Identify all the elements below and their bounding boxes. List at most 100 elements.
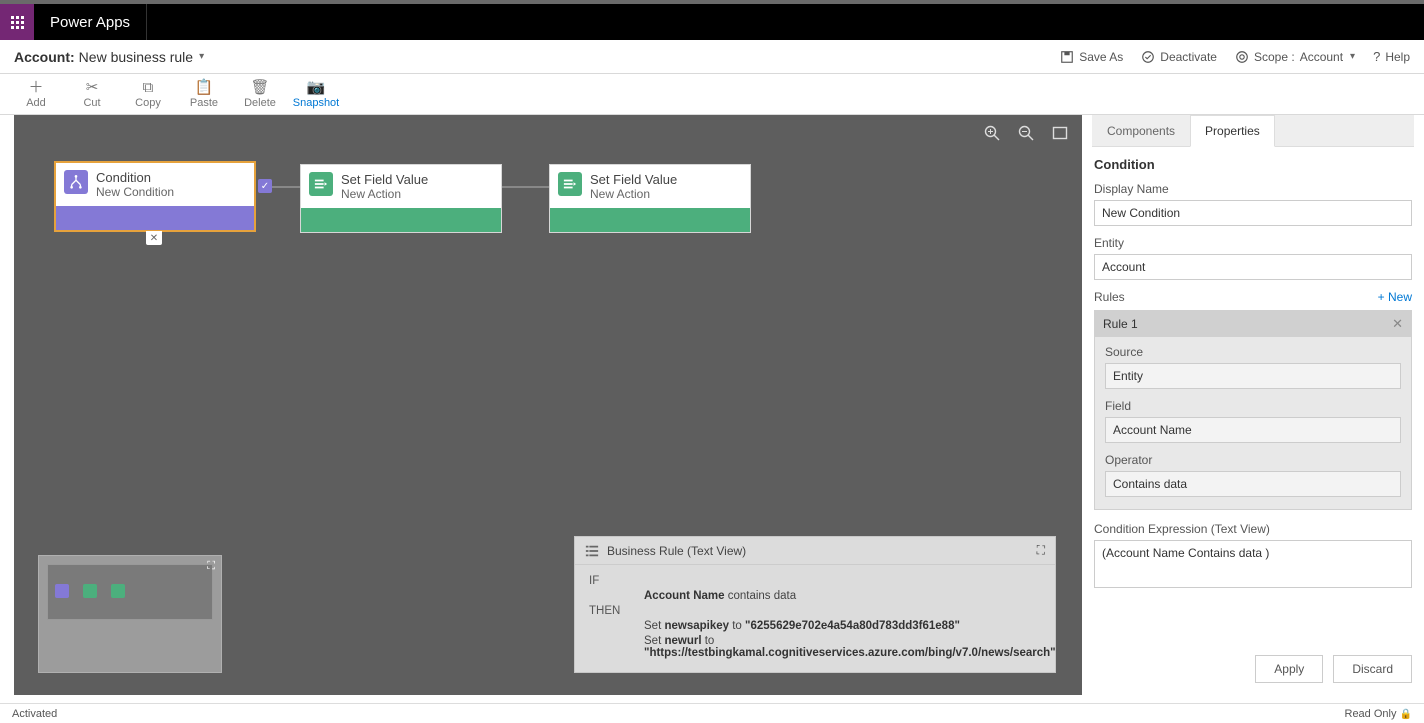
breadcrumb-entity: Account: xyxy=(14,49,75,65)
node-subtitle: New Action xyxy=(590,187,677,201)
brand-label: Power Apps xyxy=(34,4,147,40)
operator-select[interactable]: Contains data xyxy=(1105,471,1401,497)
canvas[interactable]: Condition New Condition ✓ ✕ Set Field Va… xyxy=(14,115,1082,695)
node-subtitle: New Condition xyxy=(96,185,174,199)
app-launcher-button[interactable] xyxy=(0,4,34,40)
minimap-node xyxy=(111,584,125,598)
command-bar: ＋Add ✂Cut ⧉Copy 📋Paste 🗑Delete 📷Snapshot xyxy=(0,74,1424,115)
text-view-title: Business Rule (Text View) xyxy=(607,544,746,558)
if-rest: contains data xyxy=(725,590,797,602)
display-name-label: Display Name xyxy=(1094,182,1412,196)
waffle-icon xyxy=(11,16,24,29)
if-keyword: IF xyxy=(589,575,644,587)
condition-node[interactable]: Condition New Condition xyxy=(54,161,256,232)
snapshot-button[interactable]: 📷Snapshot xyxy=(288,80,344,109)
zoom-out-icon[interactable] xyxy=(1018,125,1034,141)
action-icon xyxy=(309,172,333,196)
tab-components[interactable]: Components xyxy=(1092,115,1190,146)
cut-button[interactable]: ✂Cut xyxy=(64,80,120,109)
chevron-down-icon[interactable]: ▾ xyxy=(199,51,204,62)
breadcrumb-title[interactable]: New business rule xyxy=(79,49,193,65)
then-keyword: THEN xyxy=(589,605,644,617)
entity-input[interactable] xyxy=(1094,254,1412,280)
copy-button[interactable]: ⧉Copy xyxy=(120,80,176,109)
panel-heading: Condition xyxy=(1094,157,1412,172)
clipboard-icon: 📋 xyxy=(195,80,214,95)
fit-screen-icon[interactable] xyxy=(1052,125,1068,141)
expand-icon[interactable]: ⛶ xyxy=(207,560,215,573)
properties-panel: Components Properties Condition Display … xyxy=(1082,115,1424,695)
connector-line xyxy=(502,186,549,188)
expand-icon[interactable]: ⛶ xyxy=(1037,543,1045,558)
set-prefix: Set xyxy=(644,635,664,647)
node-title: Set Field Value xyxy=(590,172,677,187)
set-prefix: Set xyxy=(644,620,664,632)
minimap[interactable]: ⛶ xyxy=(38,555,222,673)
connector-line xyxy=(272,186,300,188)
node-footer-bar xyxy=(301,208,501,232)
trash-icon: 🗑 xyxy=(250,80,269,95)
scissors-icon: ✂ xyxy=(86,80,99,95)
top-bar: Power Apps xyxy=(0,4,1424,40)
breadcrumb-bar: Account: New business rule ▾ Save As Dea… xyxy=(0,40,1424,74)
rule-box: Rule 1 ✕ Source Entity Field Account Nam… xyxy=(1094,310,1412,510)
condition-false-handle[interactable]: ✕ xyxy=(146,231,162,245)
text-view-panel: Business Rule (Text View) ⛶ IF Account N… xyxy=(574,536,1056,673)
new-rule-link[interactable]: + New xyxy=(1378,290,1412,304)
zoom-in-icon[interactable] xyxy=(984,125,1000,141)
rules-label: Rules xyxy=(1094,290,1125,304)
scope-dropdown[interactable]: Scope : Account ▾ xyxy=(1235,50,1355,64)
camera-icon: 📷 xyxy=(307,80,326,95)
node-title: Condition xyxy=(96,170,174,185)
apply-button[interactable]: Apply xyxy=(1255,655,1323,683)
minimap-node xyxy=(83,584,97,598)
list-icon xyxy=(585,544,599,558)
source-label: Source xyxy=(1105,345,1401,359)
lock-icon: 🔒 xyxy=(1400,709,1412,720)
deactivate-button[interactable]: Deactivate xyxy=(1141,50,1217,64)
help-icon: ? xyxy=(1373,49,1380,64)
help-button[interactable]: ? Help xyxy=(1373,49,1410,64)
scope-icon xyxy=(1235,50,1249,64)
if-field: Account Name xyxy=(644,590,725,602)
deactivate-icon xyxy=(1141,50,1155,64)
tab-properties[interactable]: Properties xyxy=(1190,115,1275,147)
status-bar: Activated Read Only 🔒 xyxy=(0,703,1424,723)
action-icon xyxy=(558,172,582,196)
operator-label: Operator xyxy=(1105,453,1401,467)
display-name-input[interactable] xyxy=(1094,200,1412,226)
condition-icon xyxy=(64,170,88,194)
action-node[interactable]: Set Field Value New Action xyxy=(549,164,751,233)
close-icon[interactable]: ✕ xyxy=(1392,316,1403,332)
then-field: newurl xyxy=(664,635,701,647)
rule-title: Rule 1 xyxy=(1103,317,1138,331)
field-select[interactable]: Account Name xyxy=(1105,417,1401,443)
node-footer-bar xyxy=(56,206,254,230)
minimap-node xyxy=(55,584,69,598)
paste-button[interactable]: 📋Paste xyxy=(176,80,232,109)
save-icon xyxy=(1060,50,1074,64)
status-label: Activated xyxy=(12,708,57,720)
expression-label: Condition Expression (Text View) xyxy=(1094,522,1412,536)
condition-true-badge: ✓ xyxy=(258,179,272,193)
node-title: Set Field Value xyxy=(341,172,428,187)
node-footer-bar xyxy=(550,208,750,232)
save-as-button[interactable]: Save As xyxy=(1060,50,1123,64)
plus-icon: ＋ xyxy=(28,80,43,95)
then-value: "https://testbingkamal.cognitiveservices… xyxy=(644,647,1056,659)
add-button[interactable]: ＋Add xyxy=(8,80,64,109)
field-label: Field xyxy=(1105,399,1401,413)
then-value: "6255629e702e4a54a80d783dd3f61e88" xyxy=(745,620,960,632)
expression-textarea: (Account Name Contains data ) xyxy=(1094,540,1412,588)
entity-label: Entity xyxy=(1094,236,1412,250)
copy-icon: ⧉ xyxy=(143,80,154,95)
discard-button[interactable]: Discard xyxy=(1333,655,1412,683)
minimap-viewport[interactable] xyxy=(47,564,213,620)
delete-button[interactable]: 🗑Delete xyxy=(232,80,288,109)
then-field: newsapikey xyxy=(664,620,729,632)
action-node[interactable]: Set Field Value New Action xyxy=(300,164,502,233)
source-select[interactable]: Entity xyxy=(1105,363,1401,389)
node-subtitle: New Action xyxy=(341,187,428,201)
readonly-label: Read Only xyxy=(1345,708,1397,720)
chevron-down-icon: ▾ xyxy=(1350,51,1355,62)
